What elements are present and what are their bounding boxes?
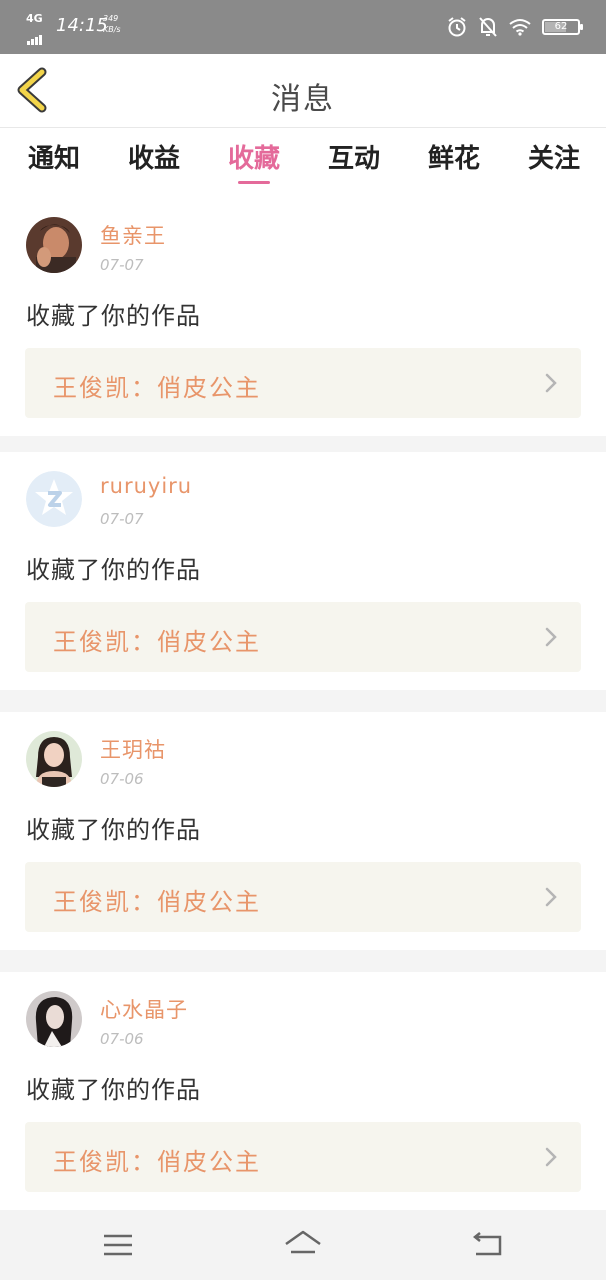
page-title: 消息 xyxy=(271,82,335,117)
tab-favorites[interactable]: 收藏 xyxy=(214,138,294,175)
network-speed-unit: KB/s xyxy=(103,25,121,34)
work-link[interactable]: 王俊凯：俏皮公主 xyxy=(25,862,581,932)
tab-flowers[interactable]: 鲜花 xyxy=(414,138,494,175)
username[interactable]: 心水晶子 xyxy=(100,994,188,1024)
system-nav-bar xyxy=(0,1210,606,1280)
list-item: 鱼亲王 07-07 收藏了你的作品 王俊凯：俏皮公主 xyxy=(0,198,606,436)
list-item: ruruyiru 07-07 收藏了你的作品 王俊凯：俏皮公主 xyxy=(0,452,606,690)
home-button[interactable] xyxy=(283,1228,323,1262)
work-link[interactable]: 王俊凯：俏皮公主 xyxy=(25,1122,581,1192)
silent-bell-icon xyxy=(479,17,497,37)
header: 消息 xyxy=(0,54,606,128)
work-link[interactable]: 王俊凯：俏皮公主 xyxy=(25,348,581,418)
work-title: 王俊凯：俏皮公主 xyxy=(53,1148,261,1176)
chevron-right-icon xyxy=(545,887,557,907)
chevron-right-icon xyxy=(545,627,557,647)
signal-icon xyxy=(27,26,43,45)
network-speed: 349 KB/s xyxy=(103,13,121,35)
notification-date: 07-07 xyxy=(100,256,144,274)
avatar[interactable] xyxy=(26,731,82,787)
home-icon xyxy=(285,1230,321,1254)
work-title: 王俊凯：俏皮公主 xyxy=(53,374,261,402)
notification-text: 收藏了你的作品 xyxy=(26,302,201,330)
work-title: 王俊凯：俏皮公主 xyxy=(53,888,261,916)
notification-date: 07-07 xyxy=(100,510,144,528)
network-type: 4G xyxy=(26,12,43,25)
work-link[interactable]: 王俊凯：俏皮公主 xyxy=(25,602,581,672)
battery-icon: 62 xyxy=(542,19,583,35)
status-bar: 4G 14:15 349 KB/s 62 xyxy=(0,0,606,54)
menu-icon xyxy=(104,1234,132,1256)
back-nav-button[interactable] xyxy=(468,1228,508,1262)
chevron-right-icon xyxy=(545,373,557,393)
work-title: 王俊凯：俏皮公主 xyxy=(53,628,261,656)
username[interactable]: 王玥祜 xyxy=(100,734,166,764)
battery-level: 62 xyxy=(554,21,568,32)
tab-notice[interactable]: 通知 xyxy=(14,138,94,175)
notification-text: 收藏了你的作品 xyxy=(26,816,201,844)
notification-date: 07-06 xyxy=(100,1030,144,1048)
menu-button[interactable] xyxy=(98,1228,138,1262)
back-icon xyxy=(472,1232,502,1256)
alarm-icon xyxy=(448,17,466,37)
chevron-right-icon xyxy=(545,1147,557,1167)
tab-bar: 通知 收益 收藏 互动 鲜花 关注 xyxy=(0,128,606,198)
avatar[interactable] xyxy=(26,217,82,273)
active-tab-indicator xyxy=(238,181,270,184)
username[interactable]: ruruyiru xyxy=(100,474,192,498)
network-speed-value: 349 xyxy=(103,14,119,23)
notification-text: 收藏了你的作品 xyxy=(26,1076,201,1104)
notification-date: 07-06 xyxy=(100,770,144,788)
notification-text: 收藏了你的作品 xyxy=(26,556,201,584)
username[interactable]: 鱼亲王 xyxy=(100,220,166,250)
tab-interaction[interactable]: 互动 xyxy=(314,138,394,175)
list-item: 王玥祜 07-06 收藏了你的作品 王俊凯：俏皮公主 xyxy=(0,712,606,950)
wifi-icon xyxy=(509,19,531,36)
tab-earnings[interactable]: 收益 xyxy=(114,138,194,175)
clock: 14:15 xyxy=(56,15,108,36)
status-icons: 62 xyxy=(446,14,583,40)
tab-follow[interactable]: 关注 xyxy=(514,138,594,175)
qq-default-avatar[interactable] xyxy=(26,471,82,527)
avatar[interactable] xyxy=(26,991,82,1047)
list-item: 心水晶子 07-06 收藏了你的作品 王俊凯：俏皮公主 xyxy=(0,972,606,1210)
